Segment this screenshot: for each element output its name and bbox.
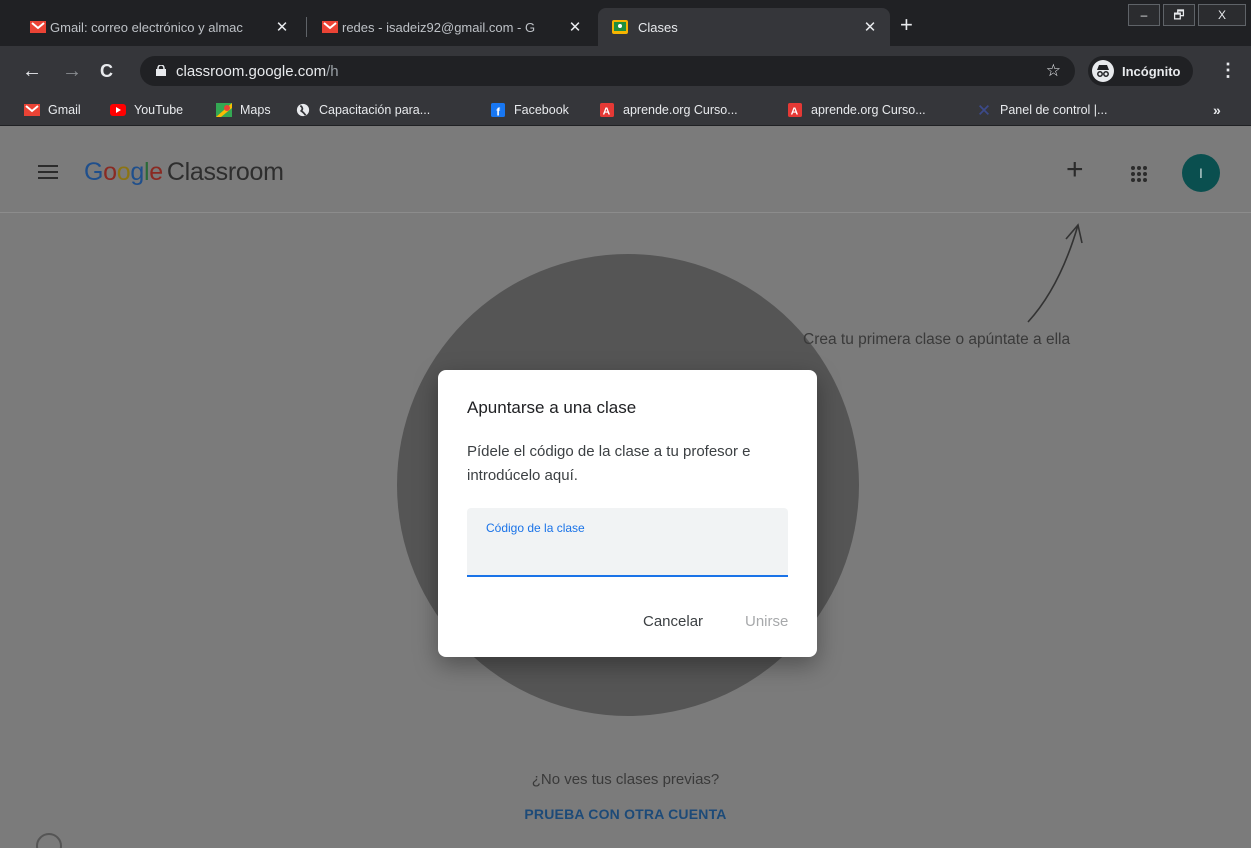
create-or-join-button[interactable]: + xyxy=(1066,155,1084,185)
google-wordmark: Google xyxy=(84,158,163,186)
close-window-button[interactable]: X xyxy=(1198,4,1246,26)
bookmark-aprende-1[interactable]: A aprende.org Curso... xyxy=(599,103,738,117)
class-code-label: Código de la clase xyxy=(486,521,585,535)
tab-strip: Gmail: correo electrónico y almac ✕ rede… xyxy=(0,0,1251,46)
dialog-description: Pídele el código de la clase a tu profes… xyxy=(467,443,751,484)
avatar[interactable]: I xyxy=(1182,154,1220,192)
tab-redes[interactable]: redes - isadeiz92@gmail.com - G ✕ xyxy=(312,8,595,46)
tab-clases[interactable]: Clases ✕ xyxy=(598,8,890,46)
incognito-icon xyxy=(1092,60,1114,82)
bookmark-panel-control[interactable]: Panel de control |... xyxy=(976,103,1107,117)
gmail-icon xyxy=(322,21,338,33)
join-class-dialog: Apuntarse a una clase Pídele el código d… xyxy=(438,370,817,657)
gmail-icon xyxy=(24,104,40,116)
class-code-field[interactable]: Código de la clase xyxy=(467,508,788,577)
google-letter: G xyxy=(84,158,104,186)
class-code-input[interactable] xyxy=(485,542,775,568)
google-letter: g xyxy=(130,158,144,186)
close-icon[interactable]: ✕ xyxy=(274,18,290,36)
google-letter: o xyxy=(116,158,131,186)
lock-icon xyxy=(156,65,166,76)
empty-state-hint: Crea tu primera clase o apúntate a ella xyxy=(803,331,1071,348)
svg-text:A: A xyxy=(603,105,611,117)
cancel-button[interactable]: Cancelar xyxy=(643,613,703,630)
help-icon[interactable] xyxy=(36,833,62,848)
panel-icon xyxy=(979,105,989,115)
bookmark-maps[interactable]: Maps xyxy=(216,103,271,117)
svg-text:A: A xyxy=(791,105,799,117)
browser-toolbar: ← → C classroom.google.com/h ☆ Incógnito… xyxy=(0,46,1251,98)
bookmarks-overflow-icon[interactable]: » xyxy=(1213,102,1221,118)
maps-icon xyxy=(216,103,232,117)
address-bar[interactable]: classroom.google.com/h ☆ xyxy=(140,56,1075,86)
google-letter: e xyxy=(149,158,163,186)
join-button[interactable]: Unirse xyxy=(745,613,788,630)
tab-title: Gmail: correo electrónico y almac xyxy=(50,19,243,35)
tab-title: redes - isadeiz92@gmail.com - G xyxy=(342,19,536,35)
product-name: Classroom xyxy=(166,158,284,186)
apps-grid-icon[interactable] xyxy=(1130,165,1148,183)
minimize-button[interactable]: – xyxy=(1128,4,1160,26)
new-tab-button[interactable]: + xyxy=(900,14,913,36)
bookmark-star-icon[interactable]: ☆ xyxy=(1046,61,1061,81)
incognito-badge[interactable]: Incógnito xyxy=(1088,56,1193,86)
incognito-label: Incógnito xyxy=(1122,63,1181,79)
bookmark-aprende-2[interactable]: A aprende.org Curso... xyxy=(787,103,926,117)
bookmarks-bar: Gmail YouTube Maps Capacitación para... … xyxy=(0,98,1251,126)
gmail-icon xyxy=(30,21,46,33)
dialog-title: Apuntarse a una clase xyxy=(467,398,637,417)
try-other-account-link[interactable]: PRUEBA CON OTRA CUENTA xyxy=(0,806,1251,822)
aprende-icon: A xyxy=(600,103,614,117)
tab-separator xyxy=(306,17,307,37)
facebook-icon: f xyxy=(491,103,505,117)
no-previous-classes-text: ¿No ves tus clases previas? xyxy=(531,771,720,788)
bookmark-capacitacion[interactable]: Capacitación para... xyxy=(295,103,430,117)
url-text: classroom.google.com/h xyxy=(176,63,339,80)
close-icon[interactable]: ✕ xyxy=(862,18,878,36)
bookmark-youtube[interactable]: YouTube xyxy=(110,103,183,117)
bookmark-gmail[interactable]: Gmail xyxy=(24,103,81,117)
youtube-icon xyxy=(110,104,126,116)
aprende-icon: A xyxy=(788,103,802,117)
app-bar: Google Classroom + I xyxy=(0,127,1251,213)
main-menu-icon[interactable] xyxy=(38,165,58,179)
tab-gmail[interactable]: Gmail: correo electrónico y almac ✕ xyxy=(20,8,302,46)
google-classroom-logo[interactable]: Google Classroom xyxy=(84,158,284,187)
reload-button[interactable]: C xyxy=(100,60,113,82)
bookmark-facebook[interactable]: f Facebook xyxy=(490,103,569,117)
restore-button[interactable]: 🗗 xyxy=(1163,4,1195,26)
close-icon[interactable]: ✕ xyxy=(567,18,583,36)
tab-title: Clases xyxy=(638,19,678,35)
globe-icon xyxy=(296,103,310,117)
arrow-icon xyxy=(1027,223,1083,323)
svg-text:f: f xyxy=(496,106,500,117)
classroom-icon xyxy=(612,20,628,34)
forward-button[interactable]: → xyxy=(62,60,82,82)
back-button[interactable]: ← xyxy=(22,60,42,82)
browser-menu-icon[interactable]: ⋮ xyxy=(1219,58,1237,82)
google-letter: o xyxy=(103,158,117,186)
